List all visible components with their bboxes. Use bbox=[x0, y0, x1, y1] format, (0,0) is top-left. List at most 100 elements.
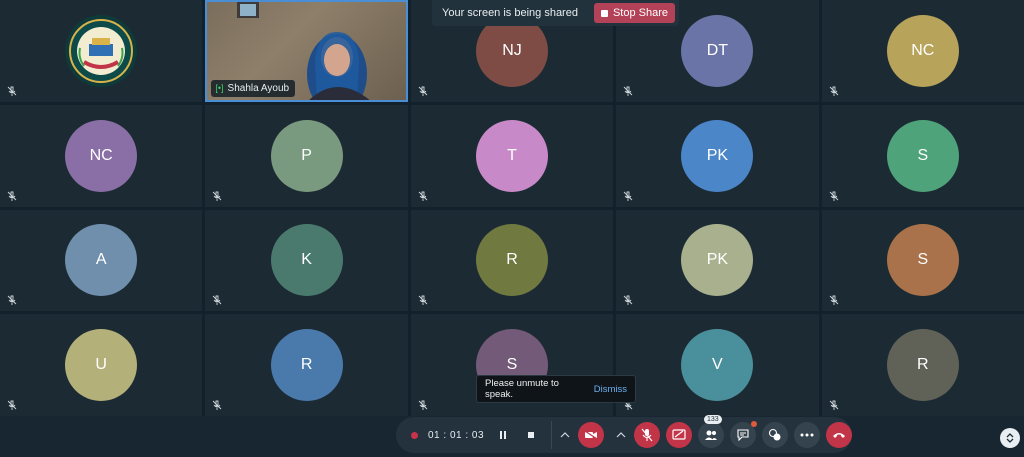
chat-notification-dot bbox=[751, 421, 757, 427]
mic-muted-icon bbox=[7, 191, 17, 201]
mic-muted-icon bbox=[213, 400, 222, 410]
share-message: Your screen is being shared bbox=[442, 7, 578, 19]
screen-share-banner: Your screen is being shared Stop Share bbox=[432, 0, 680, 26]
mic-muted-icon bbox=[829, 295, 838, 306]
chevron-up-icon[interactable] bbox=[558, 428, 572, 442]
avatar-initials: R bbox=[917, 356, 929, 374]
logo-emblem-icon bbox=[69, 18, 134, 83]
mic-muted-icon bbox=[829, 191, 838, 201]
mic-off-icon[interactable] bbox=[634, 422, 660, 448]
participant-tile[interactable]: V bbox=[616, 314, 819, 416]
reactions-icon[interactable] bbox=[762, 422, 788, 448]
avatar: PK bbox=[681, 119, 754, 192]
chat-icon[interactable] bbox=[730, 421, 757, 448]
participant-tile-video[interactable]: [•] Shahla Ayoub bbox=[205, 0, 408, 102]
avatar-initials: K bbox=[301, 251, 312, 269]
participant-tile[interactable]: A bbox=[0, 209, 203, 312]
mic-muted-icon bbox=[623, 191, 633, 201]
mic-muted-icon bbox=[418, 86, 428, 96]
avatar-initials: NJ bbox=[502, 41, 522, 59]
participant-grid: [•] Shahla Ayoub NJ DT NC NC P T PK S A … bbox=[0, 0, 1024, 416]
avatar-initials: R bbox=[506, 251, 518, 269]
mic-muted-icon bbox=[418, 295, 428, 306]
share-screen-icon[interactable] bbox=[666, 422, 692, 448]
avatar-initials: T bbox=[507, 146, 517, 164]
toast-message: Please unmute to speak. bbox=[485, 378, 559, 400]
avatar: DT bbox=[681, 14, 754, 87]
mic-muted-icon bbox=[213, 295, 222, 306]
meeting-toolbar: 01 : 01 : 03 133 bbox=[396, 415, 852, 453]
avatar-initials: S bbox=[917, 146, 929, 164]
chevron-up-icon[interactable] bbox=[614, 428, 628, 442]
avatar-initials: S bbox=[506, 356, 518, 374]
avatar: NC bbox=[65, 119, 138, 192]
participant-tile[interactable]: R bbox=[205, 314, 408, 416]
avatar: R bbox=[270, 329, 343, 402]
speaking-icon: [•] bbox=[215, 83, 224, 94]
participant-tile[interactable]: R bbox=[410, 209, 614, 312]
participant-name: Shahla Ayoub bbox=[227, 82, 290, 94]
participant-tile[interactable]: K bbox=[205, 209, 408, 312]
participant-tile[interactable]: S bbox=[821, 104, 1024, 207]
stop-icon[interactable] bbox=[522, 426, 540, 444]
participants-count: 133 bbox=[704, 415, 722, 424]
avatar-initials: S bbox=[917, 251, 929, 269]
participant-tile[interactable]: U bbox=[0, 314, 203, 416]
avatar: S bbox=[886, 224, 959, 297]
mic-muted-icon bbox=[213, 191, 222, 201]
avatar: R bbox=[475, 224, 548, 297]
mic-muted-icon bbox=[7, 295, 17, 306]
mic-muted-icon bbox=[7, 86, 17, 96]
participant-tile[interactable]: P bbox=[205, 104, 408, 207]
participant-tile[interactable]: PK bbox=[616, 209, 819, 312]
participant-tile[interactable]: NC bbox=[0, 104, 203, 207]
participant-tile[interactable]: S bbox=[821, 209, 1024, 312]
participant-name-tag: [•] Shahla Ayoub bbox=[211, 79, 296, 97]
mic-muted-icon bbox=[7, 400, 17, 410]
pause-icon[interactable] bbox=[494, 426, 512, 444]
avatar-initials: NC bbox=[911, 41, 935, 59]
avatar: P bbox=[270, 119, 343, 192]
avatar-initials: V bbox=[712, 356, 723, 374]
avatar-initials: PK bbox=[706, 146, 729, 164]
avatar: K bbox=[270, 224, 343, 297]
recording-controls: 01 : 01 : 03 bbox=[396, 426, 551, 444]
school-logo bbox=[65, 14, 138, 87]
avatar: R bbox=[886, 329, 959, 402]
avatar: A bbox=[65, 224, 138, 297]
more-icon[interactable] bbox=[794, 422, 820, 448]
unmute-toast: Please unmute to speak. Dismiss bbox=[476, 375, 636, 403]
participant-tile-logo[interactable] bbox=[0, 0, 203, 102]
avatar: NC bbox=[886, 14, 959, 87]
avatar-initials: NC bbox=[89, 146, 113, 164]
avatar-initials: R bbox=[300, 356, 313, 374]
avatar-initials: DT bbox=[706, 41, 729, 59]
mic-muted-icon bbox=[623, 86, 633, 96]
recording-timer: 01 : 01 : 03 bbox=[428, 429, 485, 441]
record-dot-icon bbox=[411, 431, 418, 439]
mic-muted-icon bbox=[418, 400, 428, 410]
stop-share-button[interactable]: Stop Share bbox=[593, 3, 676, 23]
participant-tile[interactable]: NC bbox=[821, 0, 1024, 102]
expand-toggle-icon[interactable] bbox=[1000, 428, 1020, 448]
avatar-initials: U bbox=[95, 356, 107, 374]
avatar: V bbox=[681, 329, 754, 402]
avatar-initials: P bbox=[301, 146, 312, 164]
participants-icon[interactable]: 133 bbox=[698, 415, 724, 448]
mic-muted-icon bbox=[623, 295, 633, 306]
avatar: S bbox=[886, 119, 959, 192]
participant-tile[interactable]: PK bbox=[616, 104, 819, 207]
stop-share-label: Stop Share bbox=[612, 7, 669, 19]
participant-tile[interactable]: R bbox=[821, 314, 1024, 416]
dismiss-button[interactable]: Dismiss bbox=[594, 384, 627, 395]
mic-muted-icon bbox=[829, 86, 838, 96]
avatar: T bbox=[475, 119, 548, 192]
mic-muted-icon bbox=[829, 400, 838, 410]
mic-muted-icon bbox=[418, 191, 428, 201]
avatar-initials: A bbox=[95, 251, 107, 269]
avatar: U bbox=[65, 329, 138, 402]
stop-square-icon bbox=[600, 9, 608, 17]
participant-tile[interactable]: T bbox=[410, 104, 614, 207]
leave-call-icon[interactable] bbox=[826, 422, 852, 448]
video-off-icon[interactable] bbox=[578, 422, 604, 448]
